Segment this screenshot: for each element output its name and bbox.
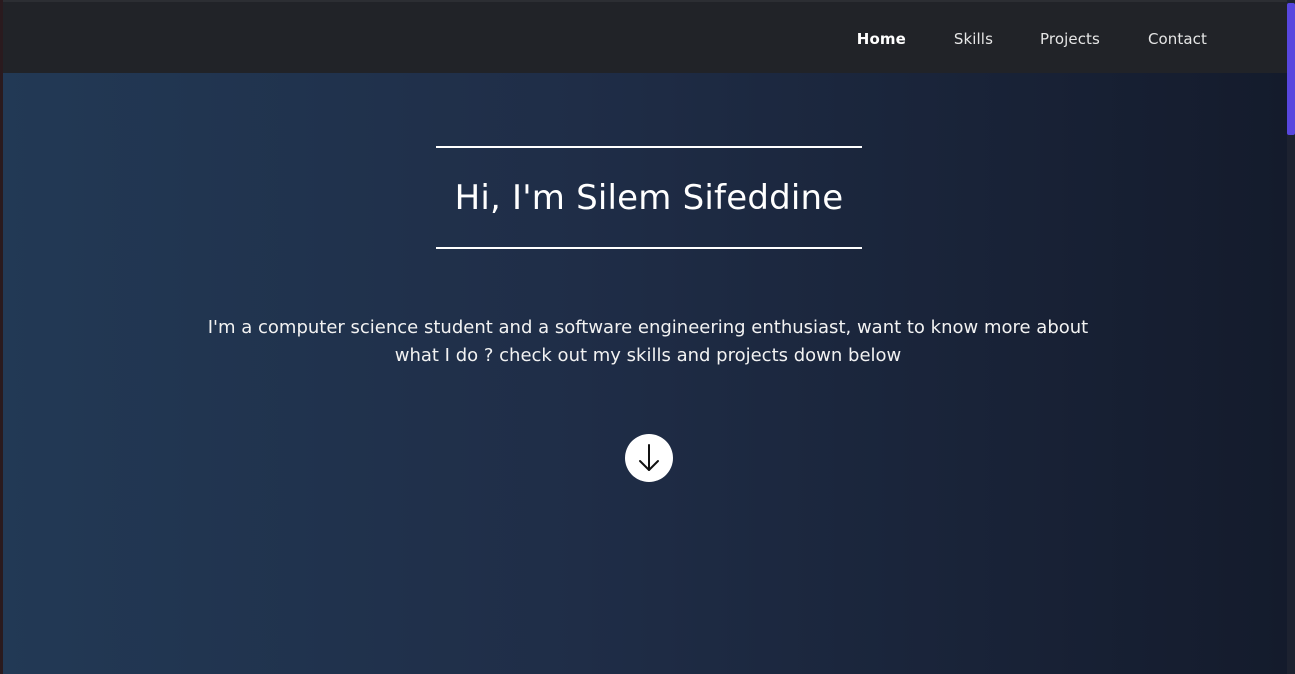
nav-projects-link[interactable]: Projects xyxy=(1040,30,1100,48)
title-block: Hi, I'm Silem Sifeddine xyxy=(436,146,862,249)
hero-intro: I'm a computer science student and a sof… xyxy=(207,317,1089,366)
hero-section: Hi, I'm Silem Sifeddine I'm a computer s… xyxy=(3,73,1287,674)
scrollbar[interactable] xyxy=(1287,0,1295,674)
nav-skills-link[interactable]: Skills xyxy=(954,30,993,48)
window-edge xyxy=(0,0,3,674)
page: Home Skills Projects Contact Hi, I'm Sil… xyxy=(0,0,1295,674)
hero-title: Hi, I'm Silem Sifeddine xyxy=(454,177,844,218)
nav-home-link[interactable]: Home xyxy=(857,30,906,48)
navbar: Home Skills Projects Contact xyxy=(3,0,1287,73)
scroll-down-button[interactable] xyxy=(625,434,673,482)
nav-links: Home Skills Projects Contact xyxy=(857,2,1287,75)
arrow-down-icon xyxy=(639,444,659,471)
nav-contact-link[interactable]: Contact xyxy=(1148,30,1207,48)
scrollbar-thumb[interactable] xyxy=(1287,3,1295,135)
